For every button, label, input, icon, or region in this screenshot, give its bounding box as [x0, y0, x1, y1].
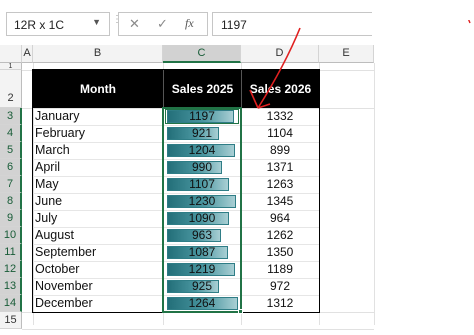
- month-cell[interactable]: October: [33, 261, 163, 278]
- row-header-15[interactable]: 15: [0, 312, 22, 329]
- sales-2025-cell[interactable]: 1264: [163, 295, 241, 312]
- row-divider: [33, 244, 319, 245]
- sales-2026-cell[interactable]: 899: [241, 142, 319, 159]
- row-header-11[interactable]: 11: [0, 244, 22, 261]
- row-divider: [33, 278, 319, 279]
- sales-2025-value: 1107: [189, 177, 215, 191]
- sales-2025-cell[interactable]: 921: [163, 125, 241, 142]
- month-cell[interactable]: September: [33, 244, 163, 261]
- fx-icon[interactable]: fx: [185, 16, 194, 31]
- sales-2026-cell[interactable]: 1371: [241, 159, 319, 176]
- chevron-down-icon[interactable]: ▼: [92, 17, 101, 27]
- month-cell[interactable]: December: [33, 295, 163, 312]
- sales-2025-value: 921: [191, 126, 213, 140]
- sales-2025-cell[interactable]: 1087: [163, 244, 241, 261]
- formula-buttons: ✕ ✓ fx: [118, 12, 208, 36]
- sales-2025-cell[interactable]: 1204: [163, 142, 241, 159]
- month-cell[interactable]: January: [33, 108, 163, 125]
- sales-2025-cell[interactable]: 1090: [163, 210, 241, 227]
- row-divider: [33, 227, 319, 228]
- sales-2025-cell[interactable]: 1230: [163, 193, 241, 210]
- sales-2026-cell[interactable]: 1312: [241, 295, 319, 312]
- sales-2025-cell[interactable]: 1107: [163, 176, 241, 193]
- sales-2025-value: 990: [191, 160, 213, 174]
- header-sales-2025[interactable]: Sales 2025: [163, 70, 241, 108]
- sales-2026-cell[interactable]: 1104: [241, 125, 319, 142]
- row-divider: [33, 295, 319, 296]
- sales-2025-cell[interactable]: 925: [163, 278, 241, 295]
- row-divider: [33, 210, 319, 211]
- sales-2025-value: 1197: [189, 109, 215, 123]
- row-header-5[interactable]: 5: [0, 142, 22, 159]
- sales-2025-cell[interactable]: 1197: [163, 108, 241, 125]
- month-cell[interactable]: June: [33, 193, 163, 210]
- arrow-annotation-icon: [249, 20, 471, 109]
- sales-2026-cell[interactable]: 964: [241, 210, 319, 227]
- row-divider: [33, 125, 319, 126]
- formula-bar-grip[interactable]: ⋮: [112, 15, 122, 31]
- sales-2026-cell[interactable]: 1189: [241, 261, 319, 278]
- row-header-12[interactable]: 12: [0, 261, 22, 278]
- row-header-2[interactable]: 2: [0, 70, 22, 108]
- sales-2025-cell[interactable]: 1219: [163, 261, 241, 278]
- sales-2025-cell[interactable]: 990: [163, 159, 241, 176]
- row-header-4[interactable]: 4: [0, 125, 22, 142]
- sales-2026-cell[interactable]: 1263: [241, 176, 319, 193]
- row-header-13[interactable]: 13: [0, 278, 22, 295]
- sales-2025-value: 1087: [188, 245, 216, 259]
- sales-2026-cell[interactable]: 972: [241, 278, 319, 295]
- name-box-value: 12R x 1C: [14, 18, 65, 32]
- month-cell[interactable]: July: [33, 210, 163, 227]
- row-divider: [33, 261, 319, 262]
- header-month[interactable]: Month: [33, 70, 163, 108]
- month-cell[interactable]: February: [33, 125, 163, 142]
- month-cell[interactable]: April: [33, 159, 163, 176]
- column-header-b[interactable]: B: [33, 45, 163, 63]
- fill-handle[interactable]: [238, 309, 243, 314]
- select-all-corner[interactable]: [0, 45, 22, 63]
- row-header-6[interactable]: 6: [0, 159, 22, 176]
- enter-icon[interactable]: ✓: [157, 16, 168, 32]
- row-header-1[interactable]: 1: [0, 63, 22, 70]
- name-box[interactable]: 12R x 1C ▼: [6, 12, 110, 36]
- sales-2025-value: 963: [191, 228, 213, 242]
- cancel-icon[interactable]: ✕: [129, 16, 140, 32]
- row-header-3[interactable]: 3: [0, 108, 22, 125]
- month-cell[interactable]: November: [33, 278, 163, 295]
- row-header-14[interactable]: 14: [0, 295, 22, 312]
- sales-2025-value: 1204: [188, 143, 216, 157]
- row-divider: [33, 193, 319, 194]
- column-header-a[interactable]: A: [22, 45, 33, 63]
- sales-2025-value: 1230: [188, 194, 216, 208]
- row-header-10[interactable]: 10: [0, 227, 22, 244]
- row-header-7[interactable]: 7: [0, 176, 22, 193]
- row-divider: [33, 159, 319, 160]
- sales-2026-cell[interactable]: 1262: [241, 227, 319, 244]
- row-header-9[interactable]: 9: [0, 210, 22, 227]
- sales-2025-value: 1264: [188, 296, 216, 310]
- sales-2025-value: 1090: [188, 211, 216, 225]
- row-divider: [33, 176, 319, 177]
- sales-2025-value: 1219: [188, 262, 216, 276]
- month-cell[interactable]: August: [33, 227, 163, 244]
- column-divider: [241, 108, 242, 312]
- row-header-8[interactable]: 8: [0, 193, 22, 210]
- sales-2025-value: 925: [191, 279, 213, 293]
- column-header-c[interactable]: C: [163, 45, 241, 63]
- sales-2026-cell[interactable]: 1350: [241, 244, 319, 261]
- row-divider: [33, 142, 319, 143]
- grid-line: [22, 312, 374, 313]
- sales-2025-cell[interactable]: 963: [163, 227, 241, 244]
- grid-line: [22, 329, 374, 330]
- sales-2026-cell[interactable]: 1345: [241, 193, 319, 210]
- month-cell[interactable]: March: [33, 142, 163, 159]
- month-cell[interactable]: May: [33, 176, 163, 193]
